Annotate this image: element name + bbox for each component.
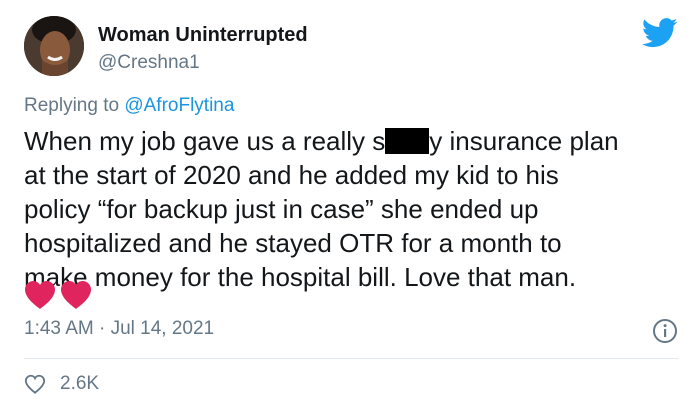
red-heart-icon [60, 280, 92, 310]
author-handle[interactable]: @Creshna1 [98, 52, 200, 74]
like-button[interactable]: 2.6K [24, 372, 99, 396]
heart-outline-icon[interactable] [24, 373, 46, 395]
tweet-text-line: at the start of 2020 and he added my kid… [24, 160, 559, 190]
tweet-text: When my job gave us a really s y insuranc… [24, 124, 684, 294]
avatar[interactable] [24, 16, 84, 76]
redaction-box [385, 128, 430, 154]
reply-to-link[interactable]: @AfroFlytina [124, 95, 234, 116]
reply-context: Replying to @AfroFlytina [24, 95, 234, 117]
tweet-card: Woman Uninterrupted @Creshna1 Replying t… [0, 0, 700, 412]
twitter-bird-icon[interactable] [641, 18, 678, 48]
tweet-timestamp[interactable]: 1:43 AM · Jul 14, 2021 [24, 318, 214, 340]
emoji-row [24, 280, 92, 310]
reply-prefix: Replying to [24, 95, 125, 116]
red-heart-icon [24, 280, 56, 310]
divider [24, 358, 678, 359]
tweet-text-line: hospitalized and he stayed OTR for a mon… [24, 228, 562, 258]
tweet-text-segment: When my job gave us a really s [24, 126, 386, 156]
tweet-text-line: policy “for backup just in case” she end… [24, 194, 539, 224]
like-count: 2.6K [60, 373, 100, 394]
author-name[interactable]: Woman Uninterrupted [98, 24, 308, 47]
tweet-text-segment: y insurance plan [429, 126, 619, 156]
info-icon[interactable] [652, 318, 678, 344]
tweet-text-line: When my job gave us a really s y insuranc… [24, 124, 684, 158]
tweet-text-line: make money for the hospital bill. Love t… [24, 262, 577, 292]
